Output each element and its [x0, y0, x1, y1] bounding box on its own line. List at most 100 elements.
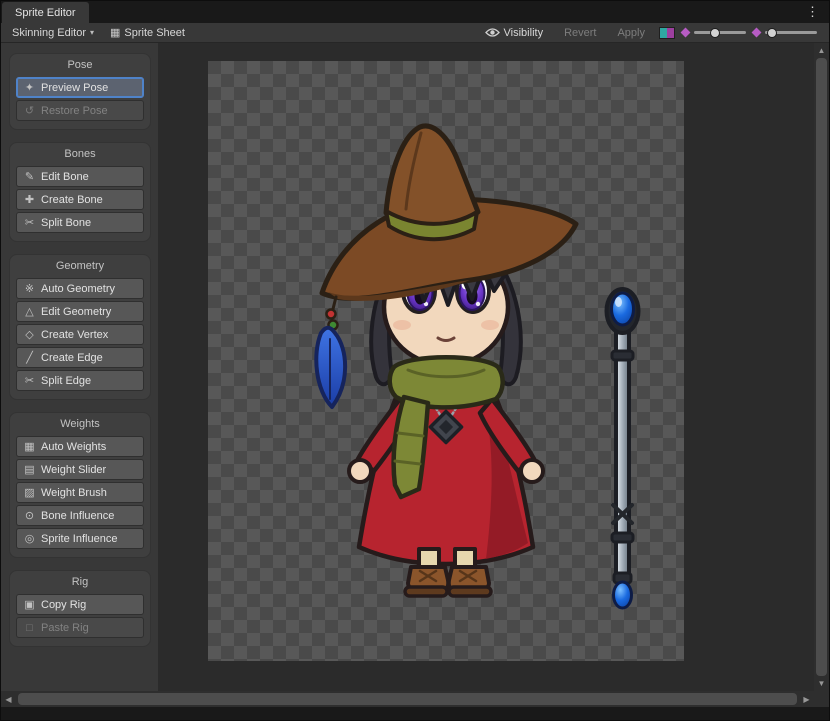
rig-paste-icon: □	[23, 622, 36, 634]
weights-opacity-slider[interactable]	[753, 29, 817, 36]
swatch-magenta	[667, 28, 674, 38]
weight-brush-button[interactable]: ▨ Weight Brush	[16, 482, 144, 503]
skinning-tool-panel: Pose ✦ Preview Pose ↺ Restore Pose Bones…	[1, 43, 158, 691]
revert-button[interactable]: Revert	[557, 23, 603, 43]
main-area: Pose ✦ Preview Pose ↺ Restore Pose Bones…	[1, 43, 829, 691]
vertex-create-icon: ◇	[23, 328, 36, 341]
vertical-scrollbar[interactable]: ▲ ▼	[814, 43, 829, 691]
sprite-sheet-label: Sprite Sheet	[124, 27, 185, 39]
chevron-down-icon: ▾	[90, 28, 94, 37]
sprite-influence-icon: ◎	[23, 532, 36, 545]
restore-pose-button[interactable]: ↺ Restore Pose	[16, 100, 144, 121]
scroll-left-icon[interactable]: ◀	[1, 695, 16, 704]
sprite-sheet-icon: ▦	[110, 26, 120, 39]
mode-dropdown[interactable]: Skinning Editor ▾	[5, 23, 101, 43]
preview-pose-button[interactable]: ✦ Preview Pose	[16, 77, 144, 98]
sprite-preview-swatch[interactable]	[659, 27, 675, 39]
button-label: Edit Bone	[41, 171, 89, 183]
group-title: Geometry	[10, 255, 150, 276]
staff-sprite	[607, 289, 639, 608]
tab-sprite-editor[interactable]: Sprite Editor	[2, 2, 89, 23]
slider-track[interactable]	[694, 31, 746, 34]
copy-rig-button[interactable]: ▣ Copy Rig	[16, 594, 144, 615]
weight-slider-icon: ▤	[23, 463, 36, 476]
mode-dropdown-label: Skinning Editor	[12, 27, 86, 39]
button-label: Weight Slider	[41, 464, 106, 476]
scrollbar-corner	[814, 691, 829, 707]
transparency-checkerboard	[208, 61, 684, 661]
auto-geometry-button[interactable]: ※ Auto Geometry	[16, 278, 144, 299]
geometry-edit-icon: △	[23, 305, 36, 318]
button-label: Paste Rig	[41, 622, 89, 634]
edge-split-icon: ✂	[23, 374, 36, 387]
sprite-editor-window: Sprite Editor ⋮ Skinning Editor ▾ ▦ Spri…	[0, 0, 830, 721]
vertical-scrollbar-thumb[interactable]	[816, 58, 827, 676]
swatch-teal	[660, 28, 667, 38]
scroll-right-icon[interactable]: ▶	[799, 695, 814, 704]
group-title: Weights	[10, 413, 150, 434]
split-bone-button[interactable]: ✂ Split Bone	[16, 212, 144, 233]
sprite-opacity-slider[interactable]	[682, 29, 746, 36]
button-label: Create Bone	[41, 194, 103, 206]
bone-influence-button[interactable]: ⊙ Bone Influence	[16, 505, 144, 526]
weights-group: Weights ▦ Auto Weights ▤ Weight Slider ▨…	[9, 412, 151, 558]
create-bone-button[interactable]: ✚ Create Bone	[16, 189, 144, 210]
auto-weights-button[interactable]: ▦ Auto Weights	[16, 436, 144, 457]
button-label: Restore Pose	[41, 105, 108, 117]
bones-group: Bones ✎ Edit Bone ✚ Create Bone ✂ Split …	[9, 142, 151, 242]
weights-auto-icon: ▦	[23, 440, 36, 453]
sprite-opacity-icon	[681, 28, 691, 38]
bone-influence-icon: ⊙	[23, 509, 36, 522]
horizontal-scrollbar-thumb[interactable]	[18, 693, 797, 705]
horizontal-scrollbar-track[interactable]	[16, 691, 799, 707]
scroll-down-icon[interactable]: ▼	[818, 679, 826, 688]
toolbar: Skinning Editor ▾ ▦ Sprite Sheet Visibil…	[1, 23, 829, 43]
visibility-button[interactable]: Visibility	[478, 23, 551, 43]
button-label: Bone Influence	[41, 510, 114, 522]
edge-create-icon: ╱	[23, 351, 36, 364]
edit-bone-button[interactable]: ✎ Edit Bone	[16, 166, 144, 187]
bone-edit-icon: ✎	[23, 170, 36, 183]
visibility-label: Visibility	[504, 27, 544, 39]
witch-character	[316, 126, 576, 596]
bone-split-icon: ✂	[23, 216, 36, 229]
toolbar-right: Visibility Revert Apply	[478, 23, 825, 43]
weight-slider-button[interactable]: ▤ Weight Slider	[16, 459, 144, 480]
sprite-canvas[interactable]	[158, 43, 814, 691]
character-sprite	[208, 61, 684, 661]
pose-group: Pose ✦ Preview Pose ↺ Restore Pose	[9, 53, 151, 130]
button-label: Create Vertex	[41, 329, 108, 341]
group-title: Pose	[10, 54, 150, 75]
button-label: Edit Geometry	[41, 306, 111, 318]
rig-group: Rig ▣ Copy Rig □ Paste Rig	[9, 570, 151, 647]
create-edge-button[interactable]: ╱ Create Edge	[16, 347, 144, 368]
pose-preview-icon: ✦	[23, 81, 36, 94]
button-label: Create Edge	[41, 352, 103, 364]
button-label: Sprite Influence	[41, 533, 117, 545]
slider-knob[interactable]	[767, 28, 777, 38]
window-menu-icon[interactable]: ⋮	[796, 4, 829, 20]
eye-icon	[485, 27, 500, 38]
group-title: Rig	[10, 571, 150, 592]
horizontal-scrollbar[interactable]: ◀ ▶	[1, 691, 829, 707]
button-label: Split Bone	[41, 217, 91, 229]
slider-knob[interactable]	[710, 28, 720, 38]
create-vertex-button[interactable]: ◇ Create Vertex	[16, 324, 144, 345]
edit-geometry-button[interactable]: △ Edit Geometry	[16, 301, 144, 322]
bottom-strip	[1, 707, 829, 721]
geometry-group: Geometry ※ Auto Geometry △ Edit Geometry…	[9, 254, 151, 400]
sprite-sheet-button[interactable]: ▦ Sprite Sheet	[103, 23, 192, 43]
bone-create-icon: ✚	[23, 193, 36, 206]
button-label: Preview Pose	[41, 82, 108, 94]
button-label: Split Edge	[41, 375, 91, 387]
paste-rig-button[interactable]: □ Paste Rig	[16, 617, 144, 638]
apply-button[interactable]: Apply	[610, 23, 652, 43]
slider-track[interactable]	[765, 31, 817, 34]
split-edge-button[interactable]: ✂ Split Edge	[16, 370, 144, 391]
scroll-up-icon[interactable]: ▲	[818, 46, 826, 55]
button-label: Copy Rig	[41, 599, 86, 611]
group-title: Bones	[10, 143, 150, 164]
geometry-auto-icon: ※	[23, 282, 36, 295]
sprite-influence-button[interactable]: ◎ Sprite Influence	[16, 528, 144, 549]
button-label: Auto Geometry	[41, 283, 115, 295]
